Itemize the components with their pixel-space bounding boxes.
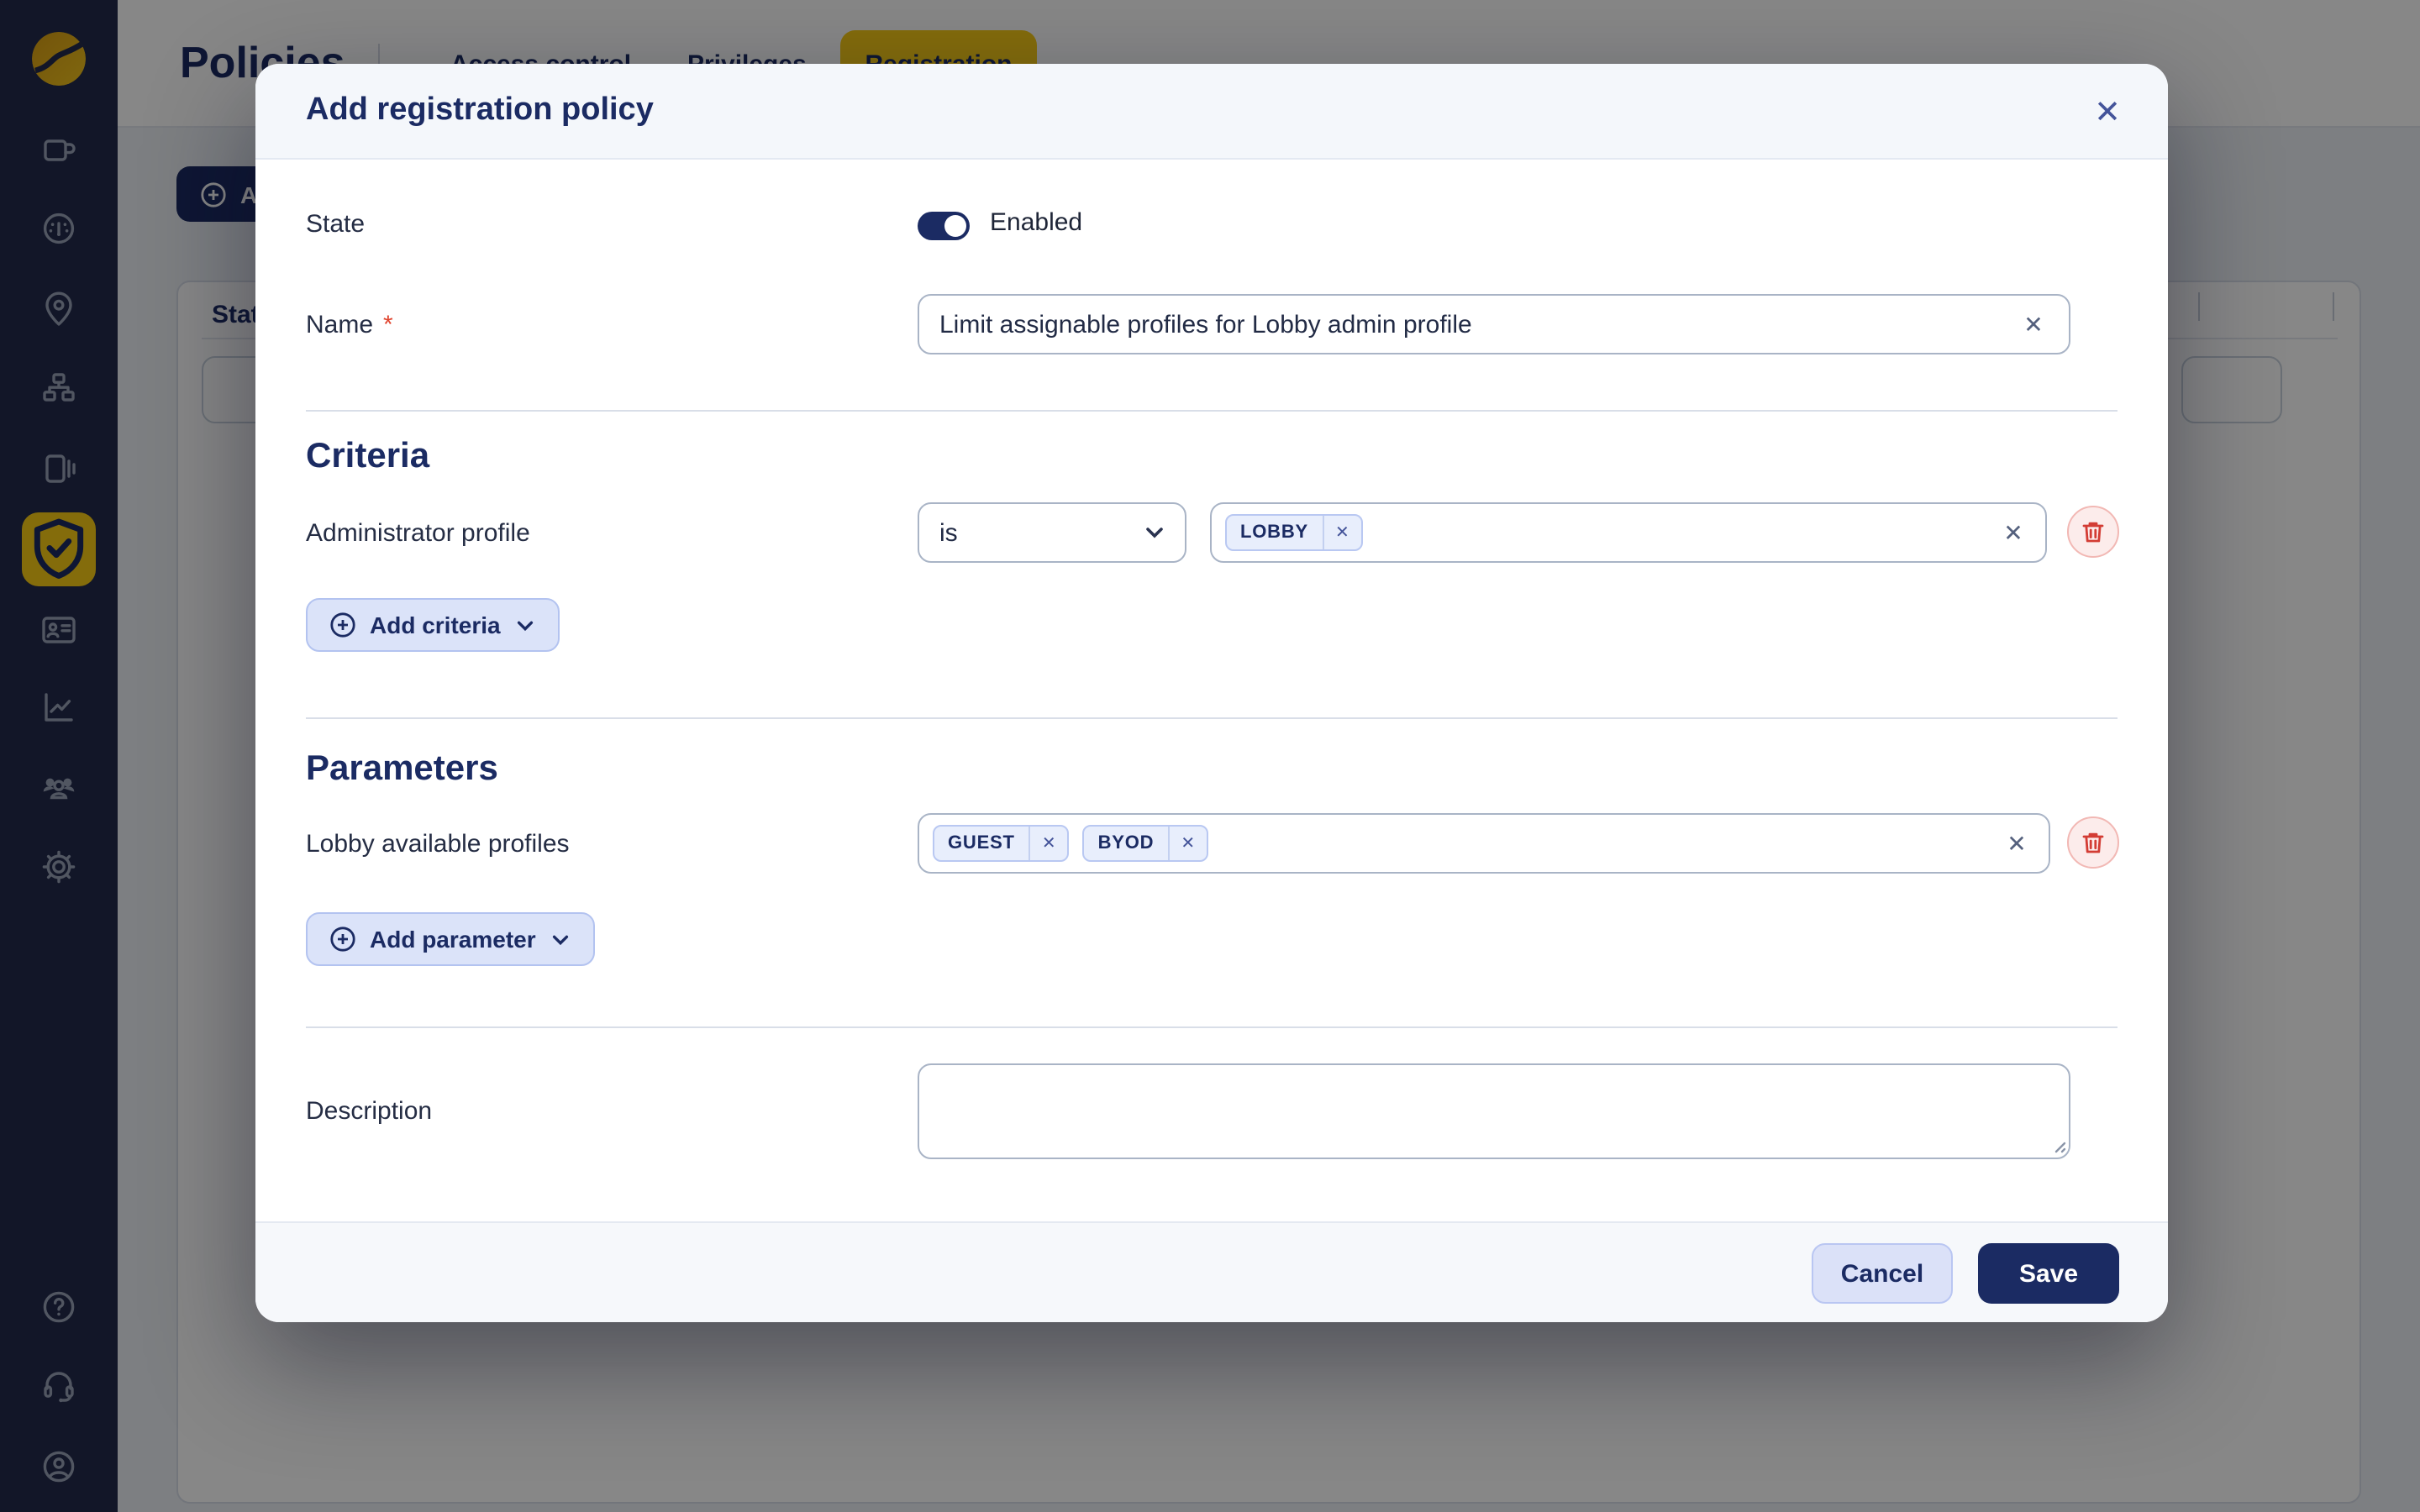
delete-criteria-button[interactable]: [2067, 506, 2119, 558]
trash-icon: [2081, 519, 2106, 544]
delete-parameter-button[interactable]: [2067, 816, 2119, 869]
plus-circle-icon: [329, 612, 356, 638]
parameters-heading: Parameters: [306, 749, 498, 790]
close-icon[interactable]: ✕: [2084, 89, 2131, 136]
criteria-row-label: Administrator profile: [306, 502, 530, 563]
modal-title: Add registration policy: [306, 92, 654, 129]
modal-footer: Cancel Save: [255, 1221, 2168, 1322]
chevron-down-icon: [550, 928, 571, 950]
criteria-heading: Criteria: [306, 437, 429, 477]
chip-remove-icon[interactable]: ✕: [1167, 827, 1207, 860]
application-root: Policies Access control Privileges Regis…: [0, 0, 2420, 1512]
required-asterisk: *: [383, 310, 393, 339]
state-value: Enabled: [990, 208, 1082, 242]
section-divider: [306, 1026, 2118, 1028]
chip-lobby: LOBBY ✕: [1225, 514, 1363, 551]
chip-guest: GUEST ✕: [933, 825, 1070, 862]
save-button[interactable]: Save: [1978, 1243, 2119, 1304]
add-parameter-button[interactable]: Add parameter: [306, 912, 595, 966]
toggle-knob: [944, 215, 966, 237]
name-clear-icon[interactable]: ✕: [2017, 307, 2050, 341]
description-label: Description: [306, 1080, 432, 1141]
add-criteria-button[interactable]: Add criteria: [306, 598, 560, 652]
chip-remove-icon[interactable]: ✕: [1028, 827, 1068, 860]
state-toggle[interactable]: [918, 212, 970, 240]
criteria-values-multiselect[interactable]: LOBBY ✕: [1210, 502, 2047, 563]
chevron-down-icon: [1143, 521, 1166, 544]
parameters-values-multiselect[interactable]: GUEST ✕ BYOD ✕: [918, 813, 2050, 874]
add-registration-policy-modal: Add registration policy ✕ State Enabled …: [255, 64, 2168, 1322]
cancel-button[interactable]: Cancel: [1812, 1243, 1953, 1304]
trash-icon: [2081, 830, 2106, 855]
chip-remove-icon[interactable]: ✕: [1322, 516, 1361, 549]
plus-circle-icon: [329, 926, 356, 953]
chevron-down-icon: [514, 614, 536, 636]
name-input[interactable]: [918, 294, 2070, 354]
section-divider: [306, 717, 2118, 719]
parameters-clear-icon[interactable]: ✕: [2000, 827, 2033, 860]
criteria-clear-icon[interactable]: ✕: [1996, 516, 2030, 549]
chip-byod: BYOD ✕: [1083, 825, 1209, 862]
parameters-row-label: Lobby available profiles: [306, 813, 570, 874]
section-divider: [306, 410, 2118, 412]
modal-header: Add registration policy ✕: [255, 64, 2168, 160]
resize-handle-icon[interactable]: [2047, 1134, 2067, 1154]
description-textarea[interactable]: [918, 1063, 2070, 1159]
name-label: Name*: [306, 294, 393, 354]
operator-select[interactable]: is: [918, 502, 1186, 563]
state-label: State: [306, 193, 365, 254]
